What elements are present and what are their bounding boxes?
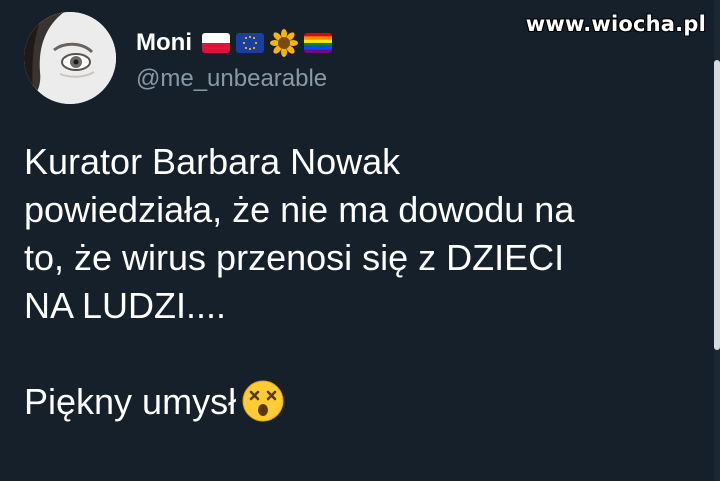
tweet-card: Moni @me_unbearable www.wiocha.pl Kurato…	[0, 0, 720, 481]
user-handle[interactable]: @me_unbearable	[136, 65, 332, 93]
tweet-header: Moni @me_unbearable	[24, 12, 332, 104]
tweet-line: Kurator Barbara Nowak	[24, 141, 401, 182]
paragraph-break	[24, 330, 704, 378]
sunflower-icon	[269, 29, 298, 57]
avatar-portrait-icon	[24, 12, 116, 104]
rainbow-flag-icon	[303, 33, 332, 53]
tweet-line: to, że wirus przenosi się z DZIECI	[24, 237, 565, 278]
eu-flag-icon	[235, 33, 264, 53]
dizzy-face-emoji-icon	[242, 380, 284, 434]
flag-emojis	[201, 29, 332, 57]
avatar[interactable]	[24, 12, 116, 104]
tweet-closing-line: Piękny umysł	[24, 378, 704, 434]
scrollbar[interactable]	[714, 0, 720, 481]
scrollbar-thumb[interactable]	[714, 60, 720, 350]
tweet-closing-text: Piękny umysł	[24, 381, 237, 422]
tweet-line: NA LUDZI....	[24, 285, 227, 326]
poland-flag-icon	[201, 33, 230, 53]
display-name[interactable]: Moni	[136, 29, 192, 57]
tweet-text: Kurator Barbara Nowak powiedziała, że ni…	[24, 138, 704, 434]
watermark: www.wiocha.pl	[525, 12, 706, 36]
tweet-line: powiedziała, że nie ma dowodu na	[24, 189, 575, 230]
